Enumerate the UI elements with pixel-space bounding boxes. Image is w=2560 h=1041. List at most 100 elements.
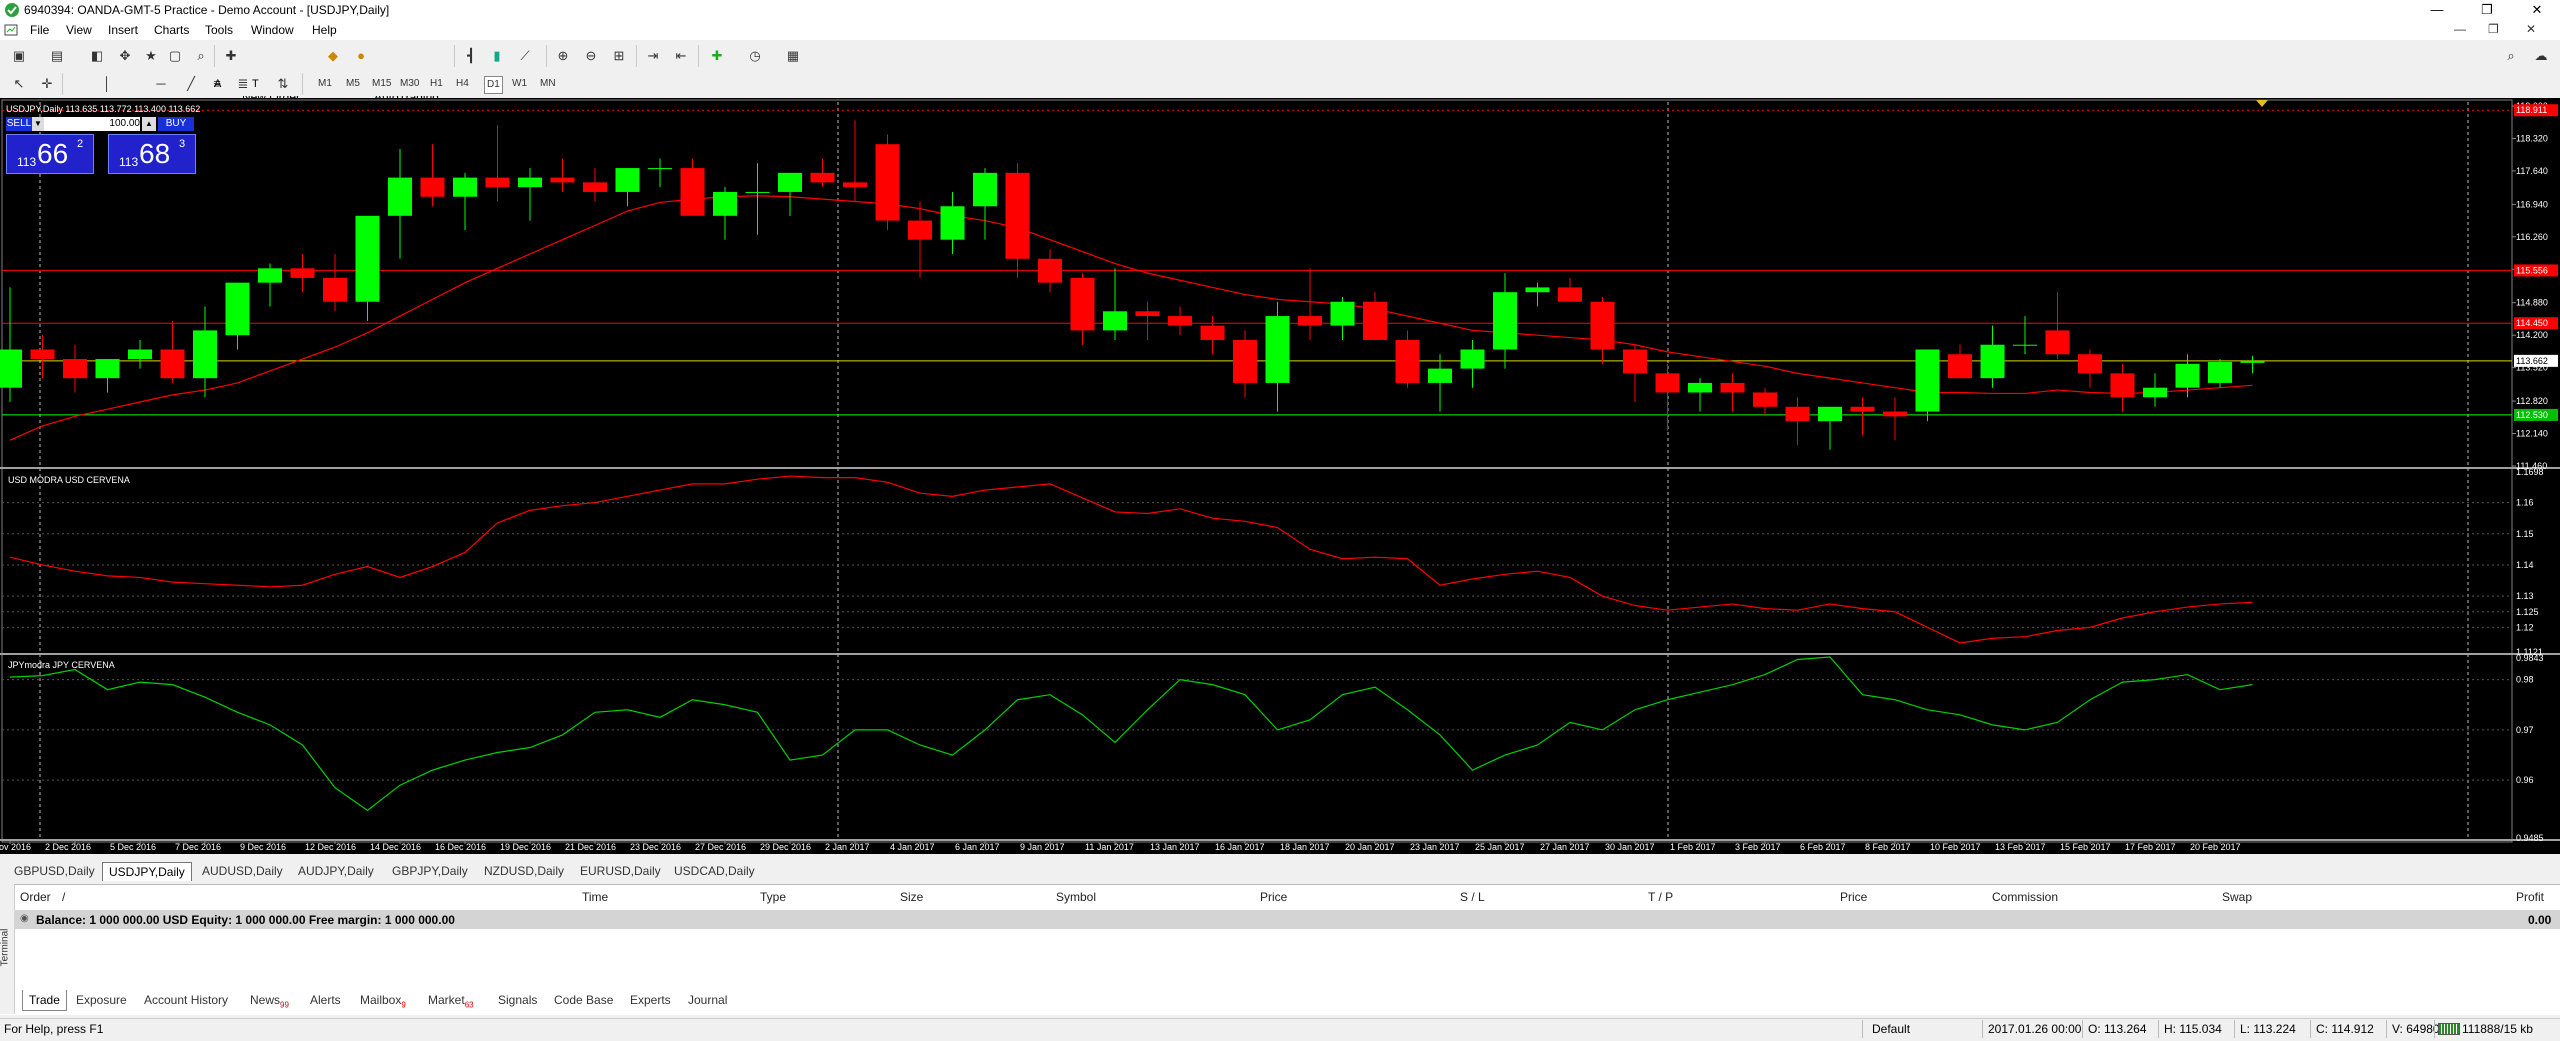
vertical-line-icon[interactable]: │ — [96, 73, 118, 95]
buy-button[interactable]: BUY — [158, 117, 194, 131]
col-tp[interactable]: T / P — [1648, 890, 1673, 904]
market-watch-icon[interactable]: ◧ — [86, 45, 108, 67]
minimize-button[interactable]: — — [2414, 0, 2460, 20]
chart-canvas[interactable]: 119.000118.320117.640116.940116.260115.5… — [0, 98, 2560, 854]
col-type[interactable]: Type — [760, 890, 786, 904]
chart-tab-gbpusd[interactable]: GBPUSD,Daily — [8, 862, 101, 880]
autotrading-icon[interactable]: ● — [350, 45, 372, 67]
chart-tab-nzdusd[interactable]: NZDUSD,Daily — [478, 862, 570, 880]
terminal-tab-signals[interactable]: Signals — [492, 990, 543, 1010]
chart-tab-gbpjpy[interactable]: GBPJPY,Daily — [386, 862, 474, 880]
candle-body — [453, 177, 477, 197]
timeframe-d1[interactable]: D1 — [484, 76, 503, 94]
terminal-tab-mailbox[interactable]: Mailbox9 — [354, 990, 412, 1010]
chart-symbol-info: USDJPY,Daily 113.635 113.772 113.400 113… — [6, 104, 201, 114]
status-profile[interactable]: Default — [1872, 1022, 1910, 1036]
child-close-button[interactable]: ✕ — [2526, 22, 2536, 36]
periods-icon[interactable]: ◷ — [744, 45, 766, 67]
templates-icon[interactable]: ▦ — [782, 45, 804, 67]
col-swap[interactable]: Swap — [2222, 890, 2252, 904]
chart-tab-audjpy[interactable]: AUDJPY,Daily — [292, 862, 380, 880]
col-order[interactable]: Order — [20, 890, 51, 904]
chart-tab-usdcad[interactable]: USDCAD,Daily — [668, 862, 761, 880]
menu-tools[interactable]: Tools — [205, 23, 233, 37]
terminal-tab-news[interactable]: News99 — [244, 990, 295, 1010]
col-close-price[interactable]: Price — [1840, 890, 1867, 904]
new-chart-icon[interactable]: ▣ — [8, 45, 30, 67]
search-icon[interactable]: ⌕ — [2500, 45, 2522, 67]
lot-decrease-arrow[interactable]: ▼ — [32, 117, 44, 131]
line-chart-icon[interactable]: ⟋ — [514, 45, 536, 67]
terminal-tab-alerts[interactable]: Alerts — [304, 990, 347, 1010]
col-time[interactable]: Time — [582, 890, 608, 904]
menu-help[interactable]: Help — [312, 23, 337, 37]
sell-price-box[interactable]: 113 66 2 — [6, 134, 94, 174]
terminal-tab-journal[interactable]: Journal — [682, 990, 733, 1010]
timeframe-w1[interactable]: W1 — [512, 76, 527, 92]
timeframe-h1[interactable]: H1 — [430, 76, 443, 92]
menu-view[interactable]: View — [66, 23, 92, 37]
menu-charts[interactable]: Charts — [154, 23, 189, 37]
community-icon[interactable]: ☁ — [2530, 45, 2552, 67]
horizontal-line-icon[interactable]: ─ — [150, 73, 172, 95]
text-tool-button[interactable]: A — [214, 73, 221, 95]
profiles-icon[interactable]: ▤ — [46, 45, 68, 67]
col-profit[interactable]: Profit — [2516, 890, 2544, 904]
col-symbol[interactable]: Symbol — [1056, 890, 1096, 904]
col-commission[interactable]: Commission — [1992, 890, 2058, 904]
terminal-tab-experts[interactable]: Experts — [624, 990, 677, 1010]
indicators-icon[interactable]: ✚ — [706, 45, 728, 67]
timeframe-h4[interactable]: H4 — [456, 76, 469, 92]
lot-size-input[interactable]: 100.00 — [44, 117, 140, 131]
zoom-in-icon[interactable]: ⊕ — [552, 45, 574, 67]
metaeditor-icon[interactable]: ◆ — [322, 45, 344, 67]
data-window-icon[interactable]: ✥ — [114, 45, 136, 67]
candle-body — [1525, 287, 1550, 293]
zoom-out-icon[interactable]: ⊖ — [580, 45, 602, 67]
arrows-icon[interactable]: ⇅ — [272, 73, 294, 95]
timeframe-m5[interactable]: M5 — [346, 76, 360, 92]
terminal-tab-trade[interactable]: Trade — [22, 990, 67, 1011]
chart-shift-icon[interactable]: ⇤ — [670, 45, 692, 67]
strategy-tester-icon[interactable]: ⌕ — [190, 45, 212, 67]
bar-chart-icon[interactable]: ┫ — [460, 45, 482, 67]
menu-insert[interactable]: Insert — [108, 23, 138, 37]
balance-row[interactable]: ◉ Balance: 1 000 000.00 USD Equity: 1 00… — [14, 910, 2560, 929]
col-price[interactable]: Price — [1260, 890, 1287, 904]
chart-tab-usdjpy[interactable]: USDJPY,Daily — [102, 862, 192, 881]
terminal-icon[interactable]: ▢ — [164, 45, 186, 67]
col-size[interactable]: Size — [900, 890, 923, 904]
terminal-tab-market[interactable]: Market63 — [422, 990, 480, 1010]
lot-increase-arrow[interactable]: ▲ — [142, 117, 156, 131]
menu-file[interactable]: File — [30, 23, 49, 37]
trendline-icon[interactable]: ╱ — [180, 73, 202, 95]
terminal-tab-account-history[interactable]: Account History — [138, 990, 234, 1010]
candlestick-icon[interactable]: ▮ — [486, 45, 508, 67]
chart-window[interactable]: 119.000118.320117.640116.940116.260115.5… — [0, 98, 2560, 854]
terminal-tab-exposure[interactable]: Exposure — [70, 990, 133, 1010]
terminal-tab-code-base[interactable]: Code Base — [548, 990, 619, 1010]
auto-scroll-icon[interactable]: ⇥ — [642, 45, 664, 67]
new-order-icon[interactable]: ✚ — [220, 45, 242, 67]
fibonacci-icon[interactable]: ≣ — [232, 73, 254, 95]
chart-tab-audusd[interactable]: AUDUSD,Daily — [196, 862, 289, 880]
chart-tab-eurusd[interactable]: EURUSD,Daily — [574, 862, 667, 880]
menu-window[interactable]: Window — [251, 23, 294, 37]
timeframe-m1[interactable]: M1 — [318, 76, 332, 92]
timeframe-m15[interactable]: M15 — [372, 76, 391, 92]
close-button[interactable]: ✕ — [2514, 0, 2560, 20]
terminal-side-bar[interactable]: Terminal — [0, 884, 15, 1014]
child-restore-button[interactable]: ❐ — [2488, 22, 2499, 36]
crosshair-icon[interactable]: ✛ — [36, 73, 58, 95]
timeframe-mn[interactable]: MN — [540, 76, 556, 92]
timeframe-m30[interactable]: M30 — [400, 76, 419, 92]
maximize-button[interactable]: ❐ — [2464, 0, 2510, 20]
col-sl[interactable]: S / L — [1460, 890, 1485, 904]
navigator-icon[interactable]: ★ — [140, 45, 162, 67]
tile-windows-icon[interactable]: ⊞ — [608, 45, 630, 67]
child-minimize-button[interactable]: — — [2454, 22, 2466, 36]
text-label-tool-button[interactable]: T — [252, 73, 259, 95]
sell-button[interactable]: SELL — [6, 117, 32, 131]
cursor-icon[interactable]: ↖ — [8, 73, 30, 95]
buy-price-box[interactable]: 113 68 3 — [108, 134, 196, 174]
